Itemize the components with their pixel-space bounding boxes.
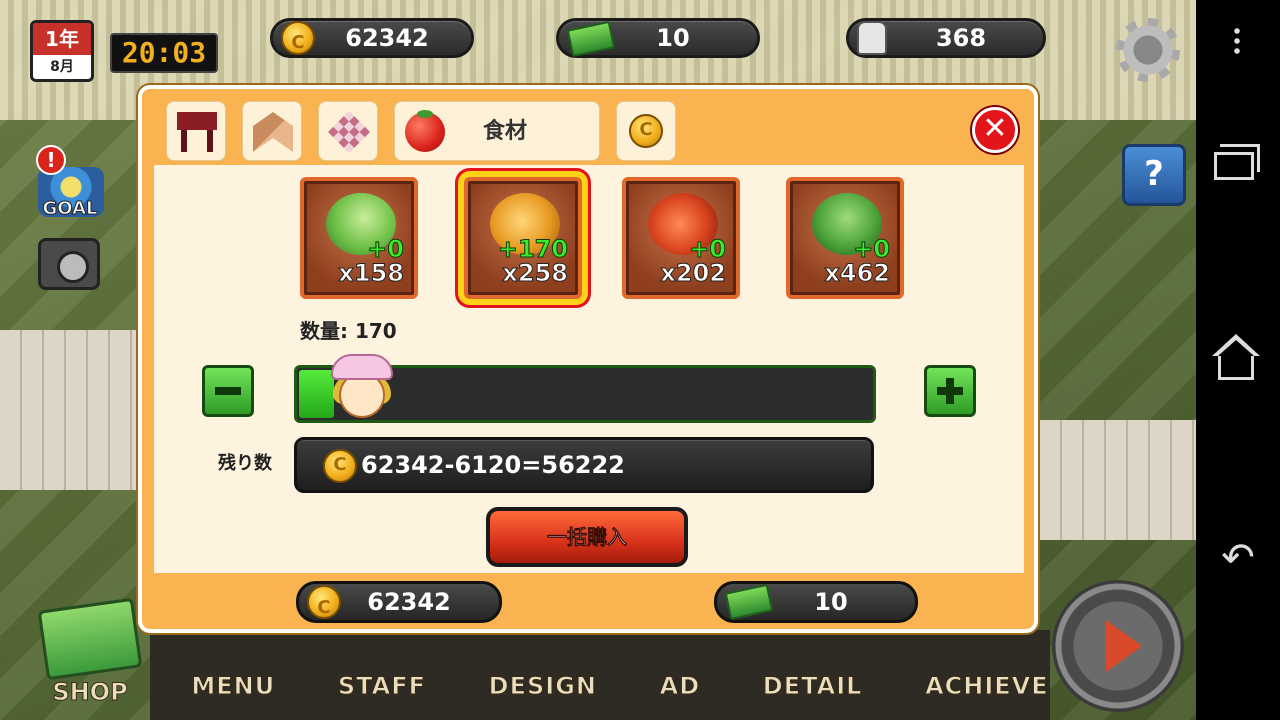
camera-icon[interactable] <box>38 238 100 290</box>
floor-tile-icon <box>327 110 371 154</box>
nav-ad[interactable]: AD <box>659 672 701 701</box>
item-herb[interactable]: +0 x462 <box>786 177 904 299</box>
item-count: x462 <box>824 259 891 288</box>
coin-counter: 62342 <box>270 18 474 60</box>
item-count: x202 <box>660 259 727 288</box>
money-icon <box>37 597 143 681</box>
cash-icon <box>724 583 774 621</box>
quantity-label: 数量: 170 <box>300 319 397 343</box>
help-book-icon[interactable]: ? <box>1122 144 1186 206</box>
remaining-label: 残り数 <box>218 453 272 474</box>
brick-wall-left <box>0 330 150 490</box>
settings-gear-icon[interactable] <box>1116 18 1180 82</box>
likes-counter: 368 <box>846 18 1046 58</box>
cash-count: 10 <box>656 24 690 52</box>
footer-cash-counter: 10 <box>714 581 918 623</box>
item-shrimp[interactable]: +0 x202 <box>622 177 740 299</box>
cash-counter: 10 <box>556 18 760 58</box>
bulk-buy-button[interactable]: 一括購入 <box>486 507 688 567</box>
footer-coin-count: 62342 <box>367 588 451 616</box>
calendar-year: 1年 <box>33 23 91 55</box>
footer-cash-count: 10 <box>814 588 848 616</box>
likes-count: 368 <box>935 24 987 52</box>
remaining-field: 62342-6120=56222 <box>294 437 874 493</box>
tab-furniture[interactable] <box>166 101 226 161</box>
quantity-slider[interactable] <box>294 354 876 423</box>
tab-floor[interactable] <box>318 101 378 161</box>
coin-icon <box>323 449 357 483</box>
footer-coin-counter: 62342 <box>296 581 502 626</box>
play-button[interactable] <box>1052 580 1184 712</box>
ingredient-shop-dialog: 食材 ✕ +0 x158 +170 x258 +0 x202 <box>138 85 1038 633</box>
nav-staff[interactable]: STAFF <box>337 672 426 701</box>
goal-button[interactable]: ! GOAL <box>34 145 106 220</box>
increase-button[interactable] <box>924 365 976 417</box>
back-icon[interactable]: ↶ <box>1214 534 1262 582</box>
tab-wall[interactable] <box>242 101 302 161</box>
close-icon[interactable]: ✕ <box>972 107 1018 153</box>
home-icon[interactable] <box>1210 334 1262 384</box>
tomato-icon <box>405 110 445 152</box>
game-view: 1年 8月 20:03 62342 10 368 ! GOAL ? SHOP M… <box>0 0 1196 720</box>
decrease-button[interactable] <box>202 365 254 417</box>
nav-design[interactable]: DESIGN <box>488 672 597 701</box>
coin-count: 62342 <box>345 24 429 52</box>
goal-label: GOAL <box>42 198 98 220</box>
item-cabbage[interactable]: +0 x158 <box>300 177 418 299</box>
recent-apps-icon[interactable] <box>1214 144 1262 180</box>
coin-icon <box>629 114 663 148</box>
calendar-month: 8月 <box>50 59 74 75</box>
tab-ingredients[interactable]: 食材 <box>394 101 600 161</box>
shop-label: SHOP <box>52 678 128 707</box>
game-clock: 20:03 <box>110 33 218 73</box>
bottom-nav: MENU STAFF DESIGN AD DETAIL ACHIEVE <box>160 640 1080 720</box>
brick-wall-right <box>1040 420 1196 540</box>
alert-badge: ! <box>36 145 66 175</box>
overflow-menu-icon[interactable] <box>1234 26 1240 56</box>
dialog-content: +0 x158 +170 x258 +0 x202 +0 x462 数量: 17… <box>154 165 1024 573</box>
tab-ingredients-label: 食材 <box>483 119 528 144</box>
thumbs-up-icon <box>857 21 887 55</box>
slider-thumb-character[interactable] <box>327 354 397 424</box>
calendar: 1年 8月 <box>30 20 94 82</box>
tab-coins[interactable] <box>616 101 676 161</box>
nav-detail[interactable]: DETAIL <box>762 672 863 701</box>
shop-button[interactable]: SHOP <box>32 597 148 707</box>
item-count: x258 <box>502 259 569 288</box>
wall-icon <box>253 112 293 152</box>
coin-icon <box>307 585 341 626</box>
remaining-value: 62342-6120=56222 <box>361 451 625 479</box>
nav-achieve[interactable]: ACHIEVE <box>925 672 1049 701</box>
item-chicken[interactable]: +170 x258 <box>464 177 582 299</box>
item-count: x158 <box>338 259 405 288</box>
cash-icon <box>566 20 616 58</box>
table-icon <box>177 112 217 152</box>
coin-icon <box>281 21 315 60</box>
nav-menu[interactable]: MENU <box>191 672 275 701</box>
